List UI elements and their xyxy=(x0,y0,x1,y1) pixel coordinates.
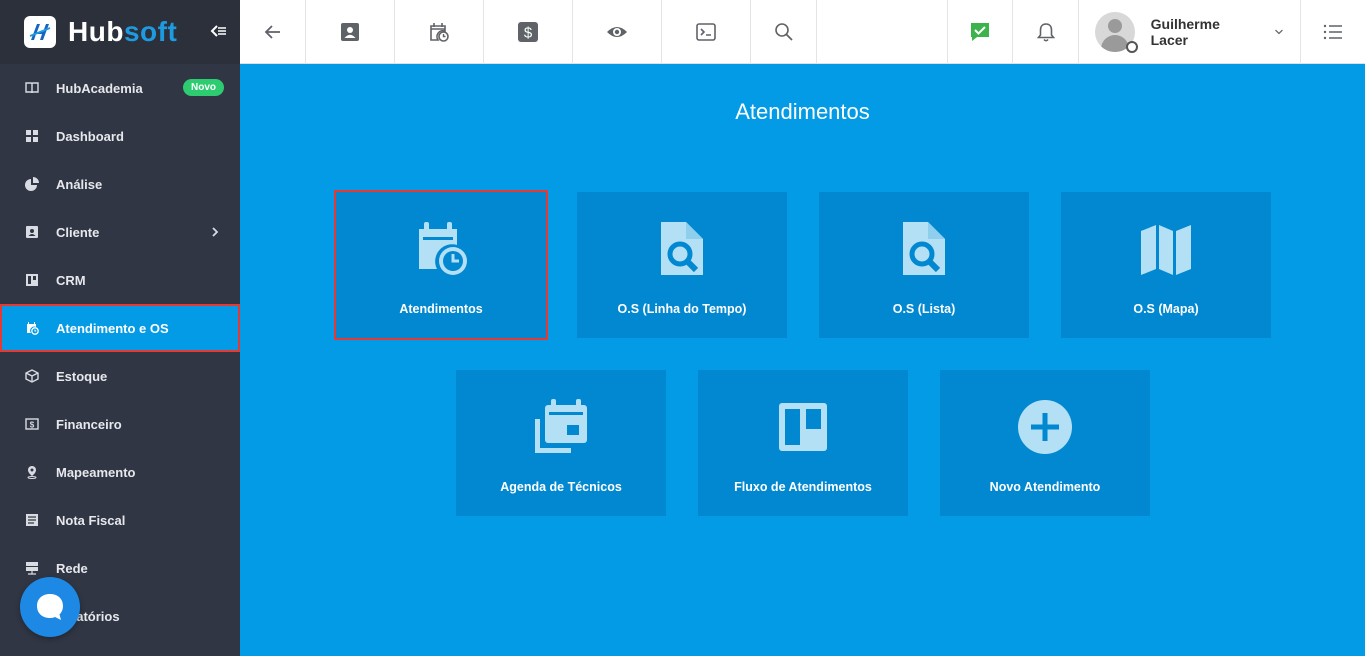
clients-button[interactable] xyxy=(306,0,395,64)
contact-card-icon xyxy=(341,23,359,41)
tile-label: Fluxo de Atendimentos xyxy=(734,480,872,494)
map-pin-icon xyxy=(24,464,40,480)
money-icon: $ xyxy=(24,416,40,432)
view-button[interactable] xyxy=(573,0,662,64)
collapse-sidebar-icon[interactable] xyxy=(210,22,228,40)
chat-check-icon xyxy=(971,23,989,41)
file-search-icon xyxy=(893,218,955,280)
back-arrow-icon xyxy=(264,25,280,39)
pie-chart-icon xyxy=(24,176,40,192)
tile-label: Agenda de Técnicos xyxy=(500,480,622,494)
tile-os-lista[interactable]: O.S (Lista) xyxy=(819,192,1029,338)
sidebar-item-mapeamento[interactable]: Mapeamento xyxy=(0,448,240,496)
user-status-indicator xyxy=(1126,41,1138,53)
tile-label: Atendimentos xyxy=(399,302,483,316)
file-search-icon xyxy=(651,218,713,280)
sidebar-item-cliente[interactable]: Cliente xyxy=(0,208,240,256)
sidebar-item-financeiro[interactable]: $ Financeiro xyxy=(0,400,240,448)
topbar: $ Guilherme Lacer xyxy=(240,0,1365,64)
sidebar-item-label: Financeiro xyxy=(56,416,122,432)
search-button[interactable] xyxy=(751,0,817,64)
sidebar-item-label: Nota Fiscal xyxy=(56,512,126,528)
tile-label: Novo Atendimento xyxy=(989,480,1101,494)
contact-card-icon xyxy=(24,224,40,240)
sidebar-item-label: Estoque xyxy=(56,368,108,384)
tile-os-mapa[interactable]: O.S (Mapa) xyxy=(1061,192,1271,338)
tile-novo-atendimento[interactable]: Novo Atendimento xyxy=(940,370,1150,516)
tile-agenda-de-tecnicos[interactable]: Agenda de Técnicos xyxy=(456,370,666,516)
tile-label: O.S (Mapa) xyxy=(1133,302,1199,316)
sidebar-item-label: Rede xyxy=(56,560,88,576)
sidebar-item-atendimento-os[interactable]: Atendimento e OS xyxy=(0,304,240,352)
notifications-button[interactable] xyxy=(1013,0,1079,64)
map-icon xyxy=(1135,218,1197,280)
tile-fluxo-de-atendimentos[interactable]: Fluxo de Atendimentos xyxy=(698,370,908,516)
terminal-icon xyxy=(696,23,716,41)
sidebar: Hubsoft HubAcademia Novo Dashboard Análi… xyxy=(0,0,240,656)
sidebar-item-crm[interactable]: CRM xyxy=(0,256,240,304)
sidebar-item-label: CRM xyxy=(56,272,86,288)
document-icon xyxy=(24,512,40,528)
chat-widget-button[interactable] xyxy=(20,577,80,637)
list-menu-icon xyxy=(1323,24,1342,40)
calendar-clock-icon xyxy=(410,218,472,280)
calendar-clock-icon xyxy=(430,23,449,42)
chat-bubble-icon xyxy=(37,594,63,620)
calendar-clock-icon xyxy=(24,320,40,336)
kanban-icon xyxy=(24,272,40,288)
box-icon xyxy=(24,368,40,384)
sidebar-item-label: HubAcademia xyxy=(56,80,143,96)
sidebar-item-estoque[interactable]: Estoque xyxy=(0,352,240,400)
chevron-down-icon xyxy=(1275,29,1283,35)
sidebar-item-dashboard[interactable]: Dashboard xyxy=(0,112,240,160)
sidebar-item-label: Dashboard xyxy=(56,128,124,144)
tile-label: O.S (Linha do Tempo) xyxy=(617,302,747,316)
book-icon xyxy=(24,80,40,96)
chat-status-button[interactable] xyxy=(947,0,1013,64)
sidebar-item-label: Mapeamento xyxy=(56,464,136,480)
svg-text:$: $ xyxy=(30,421,35,430)
eye-icon xyxy=(607,27,627,37)
brand-name: Hubsoft xyxy=(68,16,178,47)
page-title: Atendimentos xyxy=(735,99,870,124)
menu-button[interactable] xyxy=(1301,0,1365,64)
sidebar-item-label: Análise xyxy=(56,176,103,192)
sidebar-item-label: Cliente xyxy=(56,224,100,240)
tile-atendimentos[interactable]: Atendimentos xyxy=(334,190,548,340)
calendar-stack-icon xyxy=(530,396,592,458)
new-badge: Novo xyxy=(183,79,224,96)
svg-text:$: $ xyxy=(524,25,533,42)
plus-circle-icon xyxy=(1014,396,1076,458)
terminal-button[interactable] xyxy=(662,0,751,64)
chevron-right-icon xyxy=(212,227,219,237)
kanban-board-icon xyxy=(772,396,834,458)
sidebar-item-hubacademia[interactable]: HubAcademia Novo xyxy=(0,64,240,112)
tile-label: O.S (Lista) xyxy=(892,302,956,316)
back-button[interactable] xyxy=(240,0,306,64)
search-icon xyxy=(774,23,793,41)
schedule-button[interactable] xyxy=(395,0,484,64)
tile-os-linha-do-tempo[interactable]: O.S (Linha do Tempo) xyxy=(577,192,787,338)
sidebar-item-label: Atendimento e OS xyxy=(56,320,169,336)
bell-icon xyxy=(1036,23,1055,42)
sidebar-item-nota-fiscal[interactable]: Nota Fiscal xyxy=(0,496,240,544)
sidebar-item-analise[interactable]: Análise xyxy=(0,160,240,208)
grid-icon xyxy=(24,128,40,144)
finance-button[interactable]: $ xyxy=(484,0,573,64)
server-icon xyxy=(24,560,40,576)
hubsoft-logo-icon xyxy=(24,16,56,48)
user-menu[interactable]: Guilherme Lacer xyxy=(1079,0,1301,64)
user-name: Guilherme Lacer xyxy=(1150,16,1220,48)
dollar-icon: $ xyxy=(518,22,538,42)
logo-bar: Hubsoft xyxy=(0,0,240,64)
